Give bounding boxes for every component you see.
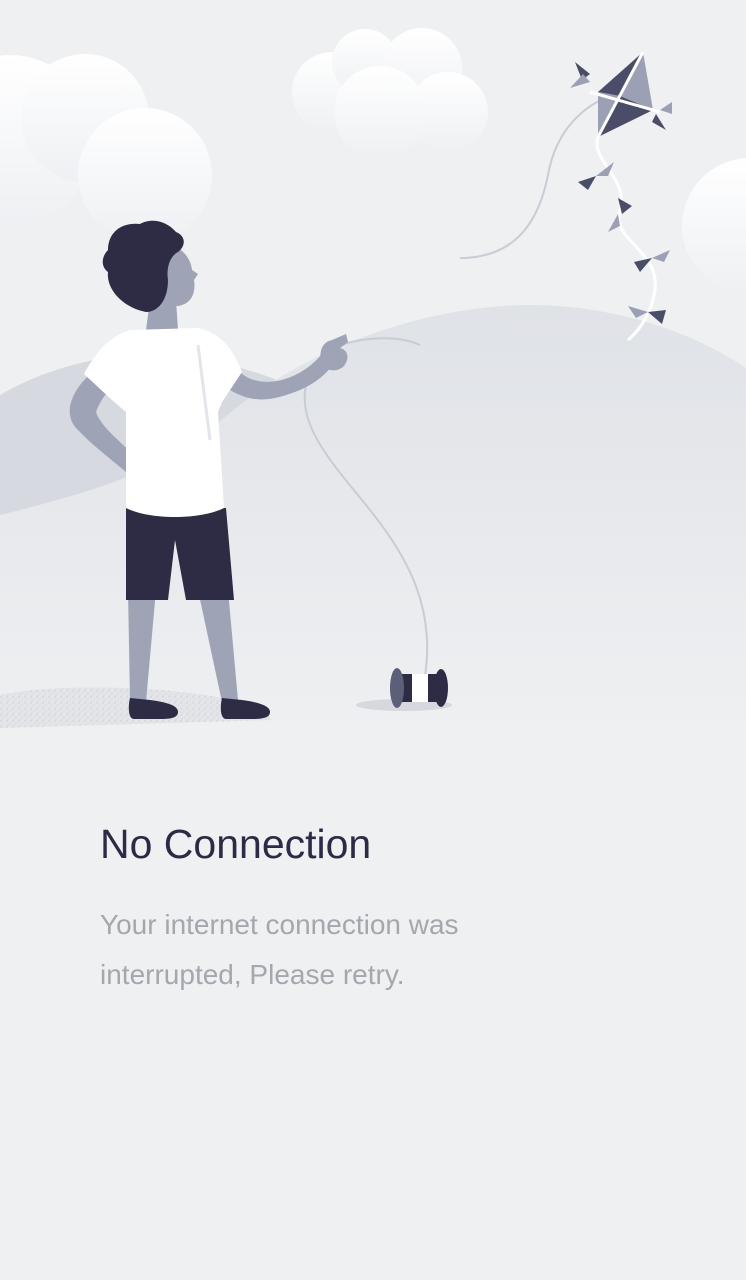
error-title: No Connection bbox=[100, 821, 372, 867]
cloud-center bbox=[292, 28, 488, 158]
error-content: No Connection Your internet connection w… bbox=[100, 818, 660, 1000]
kite-flying-illustration bbox=[0, 28, 746, 740]
cloud-right bbox=[682, 158, 746, 294]
error-message: Your internet connection was interrupted… bbox=[100, 909, 459, 990]
kite bbox=[570, 51, 672, 342]
no-connection-screen: No Connection Your internet connection w… bbox=[0, 0, 746, 1280]
